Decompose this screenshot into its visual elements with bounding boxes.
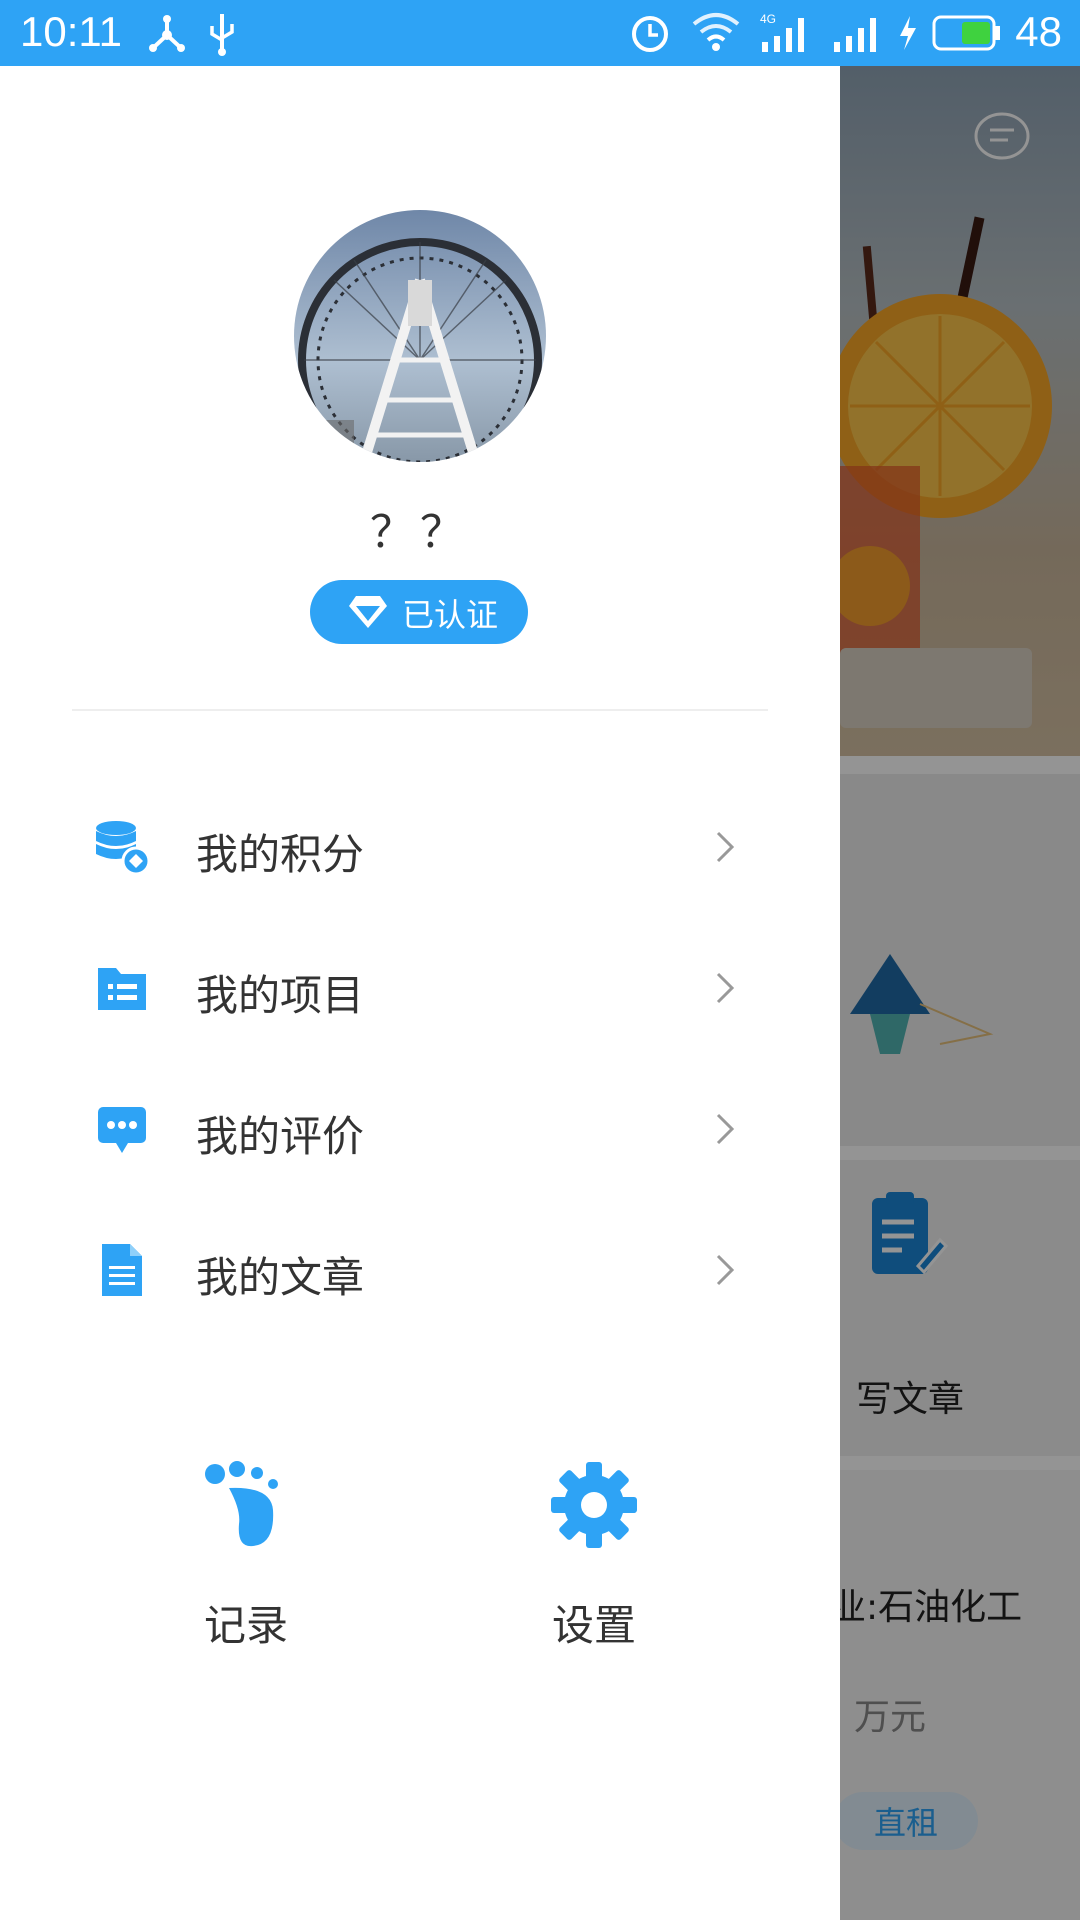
usb-icon xyxy=(210,14,234,56)
menu-item-projects[interactable]: 我的项目 xyxy=(72,938,768,1038)
username: ？？ xyxy=(370,507,470,558)
chevron-right-icon xyxy=(716,1254,735,1286)
svg-text:4G: 4G xyxy=(760,12,776,26)
menu-label-points: 我的积分 xyxy=(196,830,365,879)
status-time: 10:11 xyxy=(20,8,122,55)
document-icon xyxy=(102,1244,142,1296)
settings-label: 设置 xyxy=(551,1601,636,1650)
menu-label-reviews: 我的评价 xyxy=(196,1112,365,1161)
navigation-drawer: ？？ 已认证 我的积分 我的项目 我的评价 我的文章 记录 设置 xyxy=(0,66,840,1920)
alarm-icon xyxy=(632,16,668,52)
avatar[interactable] xyxy=(294,210,546,462)
chevron-right-icon xyxy=(716,972,735,1004)
menu-item-reviews[interactable]: 我的评价 xyxy=(72,1079,768,1179)
diamond-icon xyxy=(349,596,387,628)
verified-label: 已认证 xyxy=(402,596,499,634)
drawer-scrim[interactable] xyxy=(840,66,1080,1920)
menu-item-points[interactable]: 我的积分 xyxy=(72,797,768,897)
verified-badge[interactable]: 已认证 xyxy=(310,580,528,644)
background-app[interactable]: 写文章 业:石油化工 万元 直租 xyxy=(840,66,1080,1920)
chevron-right-icon xyxy=(716,1113,735,1145)
menu-item-articles[interactable]: 我的文章 xyxy=(72,1220,768,1320)
menu-label-projects: 我的项目 xyxy=(196,971,365,1020)
record-button[interactable]: 记录 xyxy=(146,1460,346,1660)
ferris-wheel-photo xyxy=(294,210,546,462)
comment-bubble-icon xyxy=(98,1107,146,1153)
battery-percent: 48 xyxy=(1015,8,1062,55)
divider xyxy=(72,709,768,711)
footprint-icon xyxy=(205,1461,278,1547)
battery-icon xyxy=(932,15,1000,51)
menu-label-articles: 我的文章 xyxy=(196,1253,365,1302)
share-nodes-icon xyxy=(149,15,185,52)
status-bar: 10:11 4G 48 xyxy=(0,0,1080,66)
chevron-right-icon xyxy=(716,831,735,863)
project-folder-icon xyxy=(98,968,146,1010)
signal-4g-icon: 4G xyxy=(760,12,804,52)
wifi-icon xyxy=(692,13,740,51)
signal-icon xyxy=(834,18,876,52)
gear-icon xyxy=(551,1462,637,1548)
settings-button[interactable]: 设置 xyxy=(494,1460,694,1660)
record-label: 记录 xyxy=(203,1601,288,1650)
points-database-icon xyxy=(96,821,150,875)
charging-bolt-icon xyxy=(900,16,916,50)
